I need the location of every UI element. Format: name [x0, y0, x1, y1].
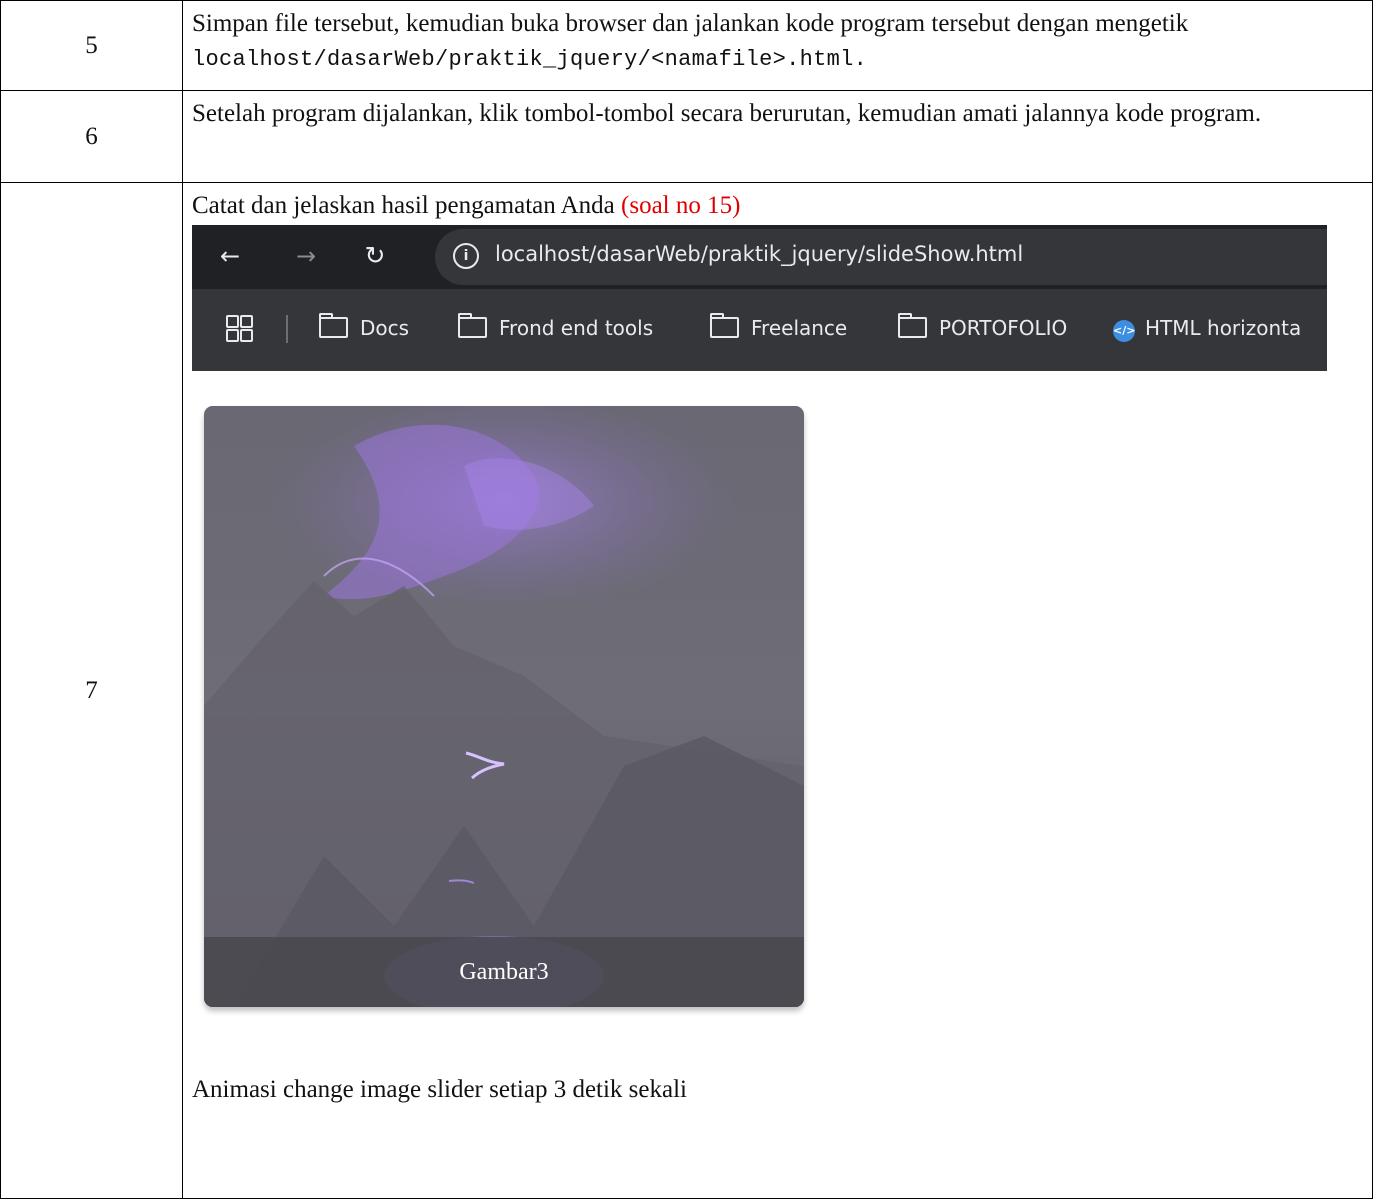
step-number: 6	[0, 90, 183, 183]
code-snippet: localhost/dasarWeb/praktik_jquery/<namaf…	[192, 47, 868, 72]
landscape-illustration	[204, 406, 804, 1007]
bookmark-label: Frond end tools	[499, 316, 654, 340]
step-number: 5	[0, 0, 183, 91]
bookmark-freelance[interactable]: Freelance	[710, 313, 847, 343]
url-text: localhost/dasarWeb/praktik_jquery/slideS…	[495, 242, 1024, 266]
observation-result: Animasi change image slider setiap 3 det…	[192, 1076, 687, 1103]
bookmark-label: PORTOFOLIO	[939, 316, 1068, 340]
folder-icon	[710, 313, 739, 338]
step-description: Setelah program dijalankan, klik tombol-…	[182, 90, 1373, 183]
bookmark-html-horizontal[interactable]: </> HTML horizonta	[1113, 313, 1301, 343]
slideshow-image: Gambar3	[204, 406, 804, 1007]
instruction-text: Catat dan jelaskan hasil pengamatan Anda	[192, 192, 615, 219]
forward-arrow-icon[interactable]: →	[291, 241, 321, 271]
folder-icon	[458, 313, 487, 338]
bookmark-docs[interactable]: Docs	[319, 313, 409, 343]
step-row-5: 5 Simpan file tersebut, kemudian buka br…	[0, 0, 1373, 91]
apps-grid-icon[interactable]	[226, 315, 253, 342]
question-note: (soal no 15)	[621, 192, 741, 219]
code-icon: </>	[1113, 320, 1135, 342]
step-row-6: 6 Setelah program dijalankan, klik tombo…	[0, 90, 1373, 183]
folder-icon	[319, 313, 348, 338]
step-number: 7	[0, 182, 183, 1199]
step-text: Simpan file tersebut, kemudian buka brow…	[192, 10, 1189, 37]
reload-icon[interactable]: ↻	[360, 241, 390, 271]
back-arrow-icon[interactable]: ←	[215, 241, 245, 271]
browser-screenshot: ← → ↻ i localhost/dasarWeb/praktik_jquer…	[192, 225, 1327, 371]
bookmark-frond-end-tools[interactable]: Frond end tools	[458, 313, 653, 343]
bookmark-label: Docs	[360, 316, 410, 340]
bookmark-portofolio[interactable]: PORTOFOLIO	[898, 313, 1067, 343]
bookmarks-bar: Docs Frond end tools Freelance PORTOFOLI…	[192, 289, 1327, 371]
bookmark-separator	[286, 315, 288, 343]
info-icon[interactable]: i	[453, 243, 479, 269]
folder-icon	[898, 313, 927, 338]
slide-caption: Gambar3	[204, 937, 804, 1007]
bookmark-label: Freelance	[751, 316, 848, 340]
browser-toolbar: ← → ↻ i localhost/dasarWeb/praktik_jquer…	[192, 225, 1327, 289]
step-description: Simpan file tersebut, kemudian buka brow…	[182, 0, 1373, 91]
address-bar[interactable]: i localhost/dasarWeb/praktik_jquery/slid…	[435, 229, 1327, 285]
bookmark-label: HTML horizonta	[1145, 316, 1302, 340]
